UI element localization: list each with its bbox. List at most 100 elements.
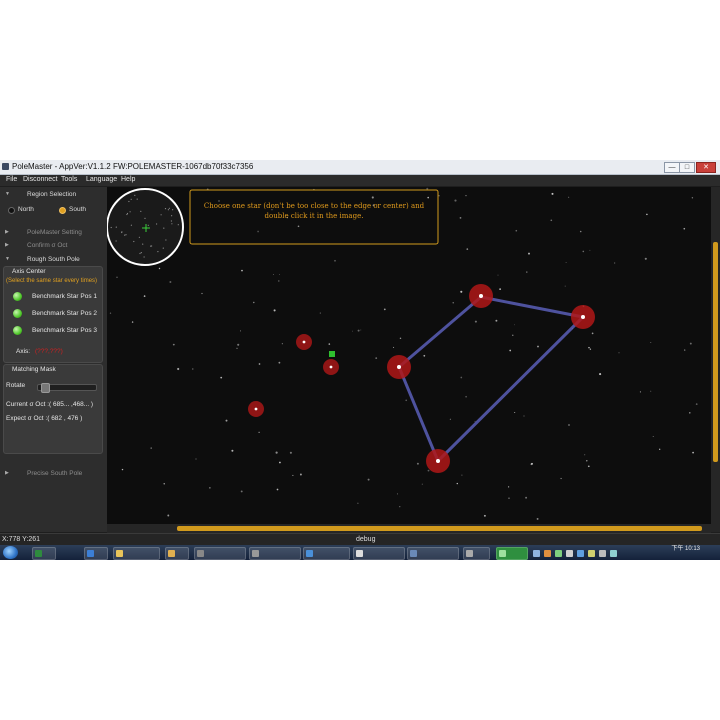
taskbar-app-button[interactable] — [353, 547, 405, 560]
background-star — [584, 454, 586, 456]
background-star — [465, 395, 467, 398]
background-star — [297, 225, 300, 228]
background-star — [650, 390, 652, 392]
radio-icon — [8, 207, 15, 214]
constellation-lines — [397, 295, 585, 463]
taskbar-app-button[interactable] — [32, 547, 56, 560]
background-star — [241, 269, 243, 272]
background-star — [695, 403, 698, 405]
vertical-scrollbar[interactable] — [711, 187, 720, 532]
background-star — [423, 354, 426, 357]
zoom-loupe — [107, 188, 184, 266]
taskbar-app-button[interactable] — [249, 547, 301, 560]
taskbar-app-button[interactable] — [165, 547, 189, 560]
background-star — [399, 337, 402, 340]
taskbar-app-button[interactable] — [194, 547, 246, 560]
section-region-selection[interactable]: ▼ Region Selection — [3, 189, 104, 200]
vertical-scroll-thumb[interactable] — [713, 242, 718, 462]
background-star — [528, 252, 530, 255]
background-star — [652, 436, 654, 438]
background-star — [276, 488, 279, 491]
pole-marker-icon — [329, 351, 335, 357]
cursor-coordinates: X:778 Y:261 — [2, 536, 41, 543]
section-rough-south-pole[interactable]: ▼ Rough South Pole — [3, 254, 104, 265]
background-star — [483, 514, 486, 517]
rotate-slider[interactable] — [37, 383, 97, 393]
background-star — [639, 391, 641, 393]
star-field[interactable] — [107, 187, 711, 532]
system-tray[interactable] — [530, 547, 642, 560]
background-star — [456, 482, 458, 485]
axis-label: Axis: — [16, 348, 31, 355]
background-star — [614, 262, 616, 264]
loupe-noise-pixel — [143, 256, 145, 258]
loupe-noise-pixel — [172, 209, 174, 211]
horizontal-scroll-thumb[interactable] — [177, 526, 702, 531]
background-star — [461, 474, 463, 476]
background-star — [357, 329, 360, 332]
star-markers — [248, 284, 595, 473]
background-star — [237, 343, 240, 346]
rotate-slider-thumb[interactable] — [41, 383, 50, 393]
rotate-label: Rotate — [6, 382, 26, 389]
loupe-noise-pixel — [130, 198, 132, 200]
start-button[interactable] — [3, 546, 18, 559]
window-title: PoleMaster - AppVer:V1.1.2 FW:POLEMASTER… — [12, 162, 254, 171]
benchmark-star-pos-1-button[interactable]: Benchmark Star Pos 1 — [13, 291, 103, 303]
taskbar-app-button[interactable] — [113, 547, 160, 560]
loupe-noise-pixel — [124, 234, 126, 236]
green-status-icon — [13, 309, 22, 318]
section-polemaster-setting[interactable]: ▶ PoleMaster Setting — [3, 227, 104, 238]
background-star — [568, 424, 570, 426]
horizontal-scrollbar[interactable] — [107, 524, 711, 533]
instruction-text: Choose one star (don't be too close to t… — [203, 202, 425, 220]
loupe-noise-pixel — [156, 223, 158, 225]
loupe-noise-pixel — [140, 252, 142, 254]
maximize-button[interactable]: □ — [679, 162, 695, 173]
section-precise-south-pole[interactable]: ▶ Precise South Pole — [3, 468, 104, 479]
taskbar-app-button[interactable] — [303, 547, 350, 560]
background-star — [257, 230, 259, 233]
menu-help[interactable]: Help — [121, 176, 135, 183]
background-star — [195, 458, 197, 460]
close-button[interactable]: ✕ — [696, 162, 716, 173]
background-star — [508, 497, 510, 499]
menu-language[interactable]: Language — [86, 176, 117, 183]
app-icon — [2, 163, 9, 170]
background-star — [586, 460, 588, 462]
section-confirm-oct[interactable]: ▶ Confirm σ Oct — [3, 240, 104, 251]
background-star — [209, 487, 211, 489]
background-star — [131, 321, 134, 323]
background-star — [367, 478, 370, 481]
background-star — [231, 449, 234, 452]
background-star — [460, 376, 463, 379]
menu-file[interactable]: File — [6, 176, 17, 183]
loupe-noise-pixel — [164, 208, 167, 210]
title-bar: PoleMaster - AppVer:V1.1.2 FW:POLEMASTER… — [0, 160, 720, 175]
menu-tools[interactable]: Tools — [61, 176, 77, 183]
benchmark-star-pos-3-button[interactable]: Benchmark Star Pos 3 — [13, 325, 103, 337]
background-star — [650, 342, 652, 343]
loupe-noise-pixel — [121, 231, 123, 234]
camera-image-view[interactable]: Choose one star (don't be too close to t… — [107, 187, 711, 532]
debug-label[interactable]: debug — [356, 536, 375, 543]
benchmark-star-pos-2-button[interactable]: Benchmark Star Pos 2 — [13, 308, 103, 320]
background-star — [116, 276, 118, 278]
background-star — [427, 469, 430, 472]
taskbar-app-button[interactable] — [84, 547, 108, 560]
minimize-button[interactable]: — — [664, 162, 680, 173]
clock: 下午 10:13 — [671, 546, 700, 552]
taskbar-app-button[interactable] — [407, 547, 459, 560]
taskbar-app-button[interactable] — [496, 547, 528, 560]
menu-disconnect[interactable]: Disconnect — [23, 176, 58, 183]
loupe-noise-pixel — [160, 214, 162, 216]
background-star — [121, 468, 124, 471]
taskbar-app-button[interactable] — [463, 547, 490, 560]
menu-bar: File Disconnect Tools Language Help — [0, 175, 720, 186]
background-star — [240, 490, 243, 493]
green-status-icon — [13, 292, 22, 301]
background-star — [683, 227, 686, 230]
star — [254, 407, 258, 411]
collapse-arrow-icon: ▶ — [5, 229, 9, 235]
background-star — [169, 281, 172, 283]
